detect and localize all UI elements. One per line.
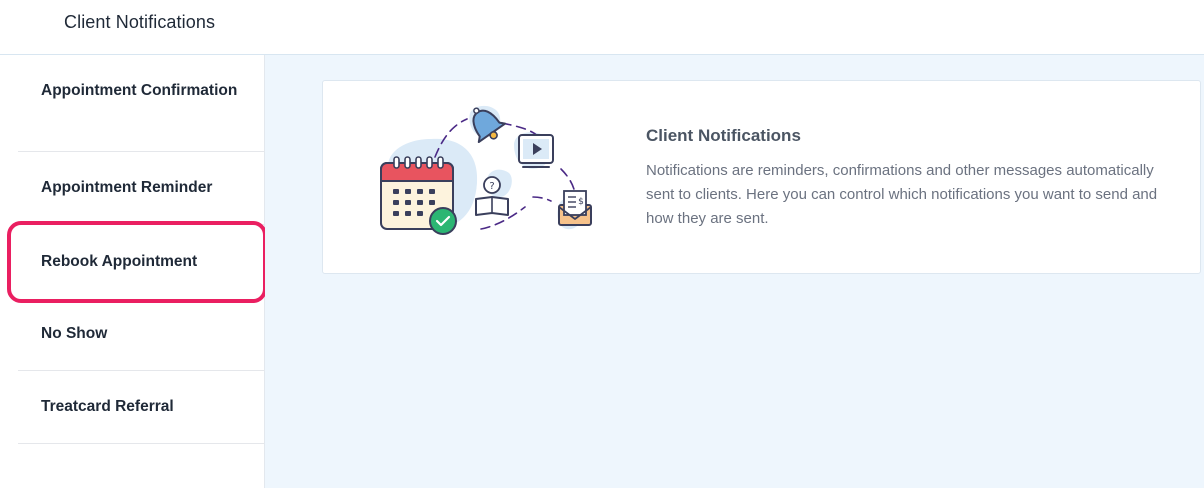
sidebar-item-label: Treatcard Referral [41,398,174,415]
sidebar-item-label: No Show [41,325,108,342]
card-title: Client Notifications [646,126,801,145]
sidebar-item-treatcard-referral[interactable]: Treatcard Referral [18,371,264,444]
sidebar-item-label: Appointment Confirmation [41,82,238,99]
info-card: ? $ Client Notifications Notifications a… [322,80,1201,274]
svg-text:?: ? [489,181,494,192]
sidebar-item-no-show[interactable]: No Show [18,298,264,371]
main-content: ? $ Client Notifications Notifications a… [265,55,1204,488]
svg-text:$: $ [578,197,584,207]
envelope-icon: $ [558,190,592,226]
notification-sidebar: Appointment Confirmation Appointment Rem… [18,55,265,488]
sidebar-item-rebook-appointment[interactable]: Rebook Appointment [18,225,264,298]
sidebar-item-appointment-confirmation[interactable]: Appointment Confirmation [18,55,264,152]
video-icon [518,134,554,168]
sidebar-item-label: Rebook Appointment [41,253,198,270]
notifications-illustration: ? $ [380,105,592,235]
check-icon [429,207,457,235]
page-title: Client Notifications [64,12,216,32]
top-header: Client Notifications [0,0,1204,55]
sidebar-item-appointment-reminder[interactable]: Appointment Reminder [18,152,264,225]
sidebar-item-label: Appointment Reminder [41,179,213,196]
card-description: Notifications are reminders, confirmatio… [646,162,1158,227]
